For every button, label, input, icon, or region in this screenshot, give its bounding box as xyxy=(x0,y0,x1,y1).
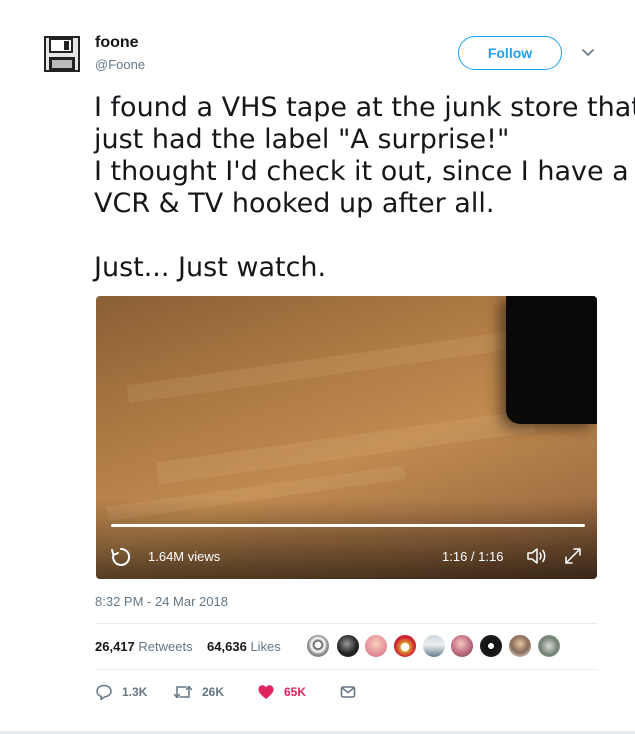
reply-count: 1.3K xyxy=(122,685,148,699)
likes-label: Likes xyxy=(250,639,281,654)
author-handle[interactable]: @Foone xyxy=(95,57,145,72)
avatar[interactable] xyxy=(508,634,532,658)
avatar[interactable] xyxy=(364,634,388,658)
heart-icon xyxy=(258,685,274,699)
tweet-line: VCR & TV hooked up after all. xyxy=(94,188,495,219)
follow-button[interactable]: Follow xyxy=(458,36,562,70)
avatar[interactable] xyxy=(450,634,474,658)
expand-icon[interactable] xyxy=(563,546,583,566)
avatar[interactable] xyxy=(306,634,330,658)
avatar[interactable] xyxy=(44,36,80,72)
divider xyxy=(95,669,598,670)
retweets-count: 26,417 xyxy=(95,639,135,654)
like-count: 65K xyxy=(284,685,307,699)
retweet-icon xyxy=(173,685,193,699)
video-player[interactable]: 1.64M views 1:16 / 1:16 xyxy=(96,296,597,579)
tweet-stats: 26,417 Retweets 64,636 Likes xyxy=(95,639,281,654)
retweet-button[interactable]: 26K xyxy=(173,683,224,701)
author-name[interactable]: foone xyxy=(95,34,139,52)
tweet-line: Just... Just watch. xyxy=(94,252,327,283)
tweet-line: I thought I'd check it out, since I have… xyxy=(94,156,629,187)
replay-icon[interactable] xyxy=(110,546,132,568)
volume-icon[interactable] xyxy=(526,546,548,566)
reply-button[interactable]: 1.3K xyxy=(95,683,147,701)
retweet-count: 26K xyxy=(202,685,225,699)
retweets-label: Retweets xyxy=(138,639,193,654)
envelope-icon xyxy=(340,686,356,698)
video-views: 1.64M views xyxy=(148,549,221,564)
tweet-text: I found a VHS tape at the junk store tha… xyxy=(94,92,635,284)
video-controls-shade xyxy=(96,499,597,579)
avatar[interactable] xyxy=(393,634,417,658)
likes-stat[interactable]: 64,636 Likes xyxy=(207,639,281,654)
tweet-line: I found a VHS tape at the junk store tha… xyxy=(94,92,635,123)
likes-count: 64,636 xyxy=(207,639,247,654)
avatar[interactable] xyxy=(422,634,446,658)
avatar[interactable] xyxy=(537,634,561,658)
tweet-timestamp[interactable]: 8:32 PM - 24 Mar 2018 xyxy=(95,594,228,609)
reply-icon xyxy=(96,684,112,701)
video-time: 1:16 / 1:16 xyxy=(442,549,504,564)
floppy-disk-icon xyxy=(44,36,80,72)
direct-message-button[interactable] xyxy=(339,683,366,701)
retweets-stat[interactable]: 26,417 Retweets xyxy=(95,639,193,654)
like-button[interactable]: 65K xyxy=(257,683,306,701)
avatar[interactable] xyxy=(336,634,360,658)
tweet-line: just had the label "A surprise!" xyxy=(94,124,510,155)
chevron-down-icon[interactable] xyxy=(580,45,596,61)
video-frame-dark-object xyxy=(506,296,597,424)
video-progress-bar[interactable] xyxy=(111,524,585,527)
video-frame-streak xyxy=(126,326,546,404)
divider xyxy=(95,623,598,624)
avatar[interactable] xyxy=(479,634,503,658)
